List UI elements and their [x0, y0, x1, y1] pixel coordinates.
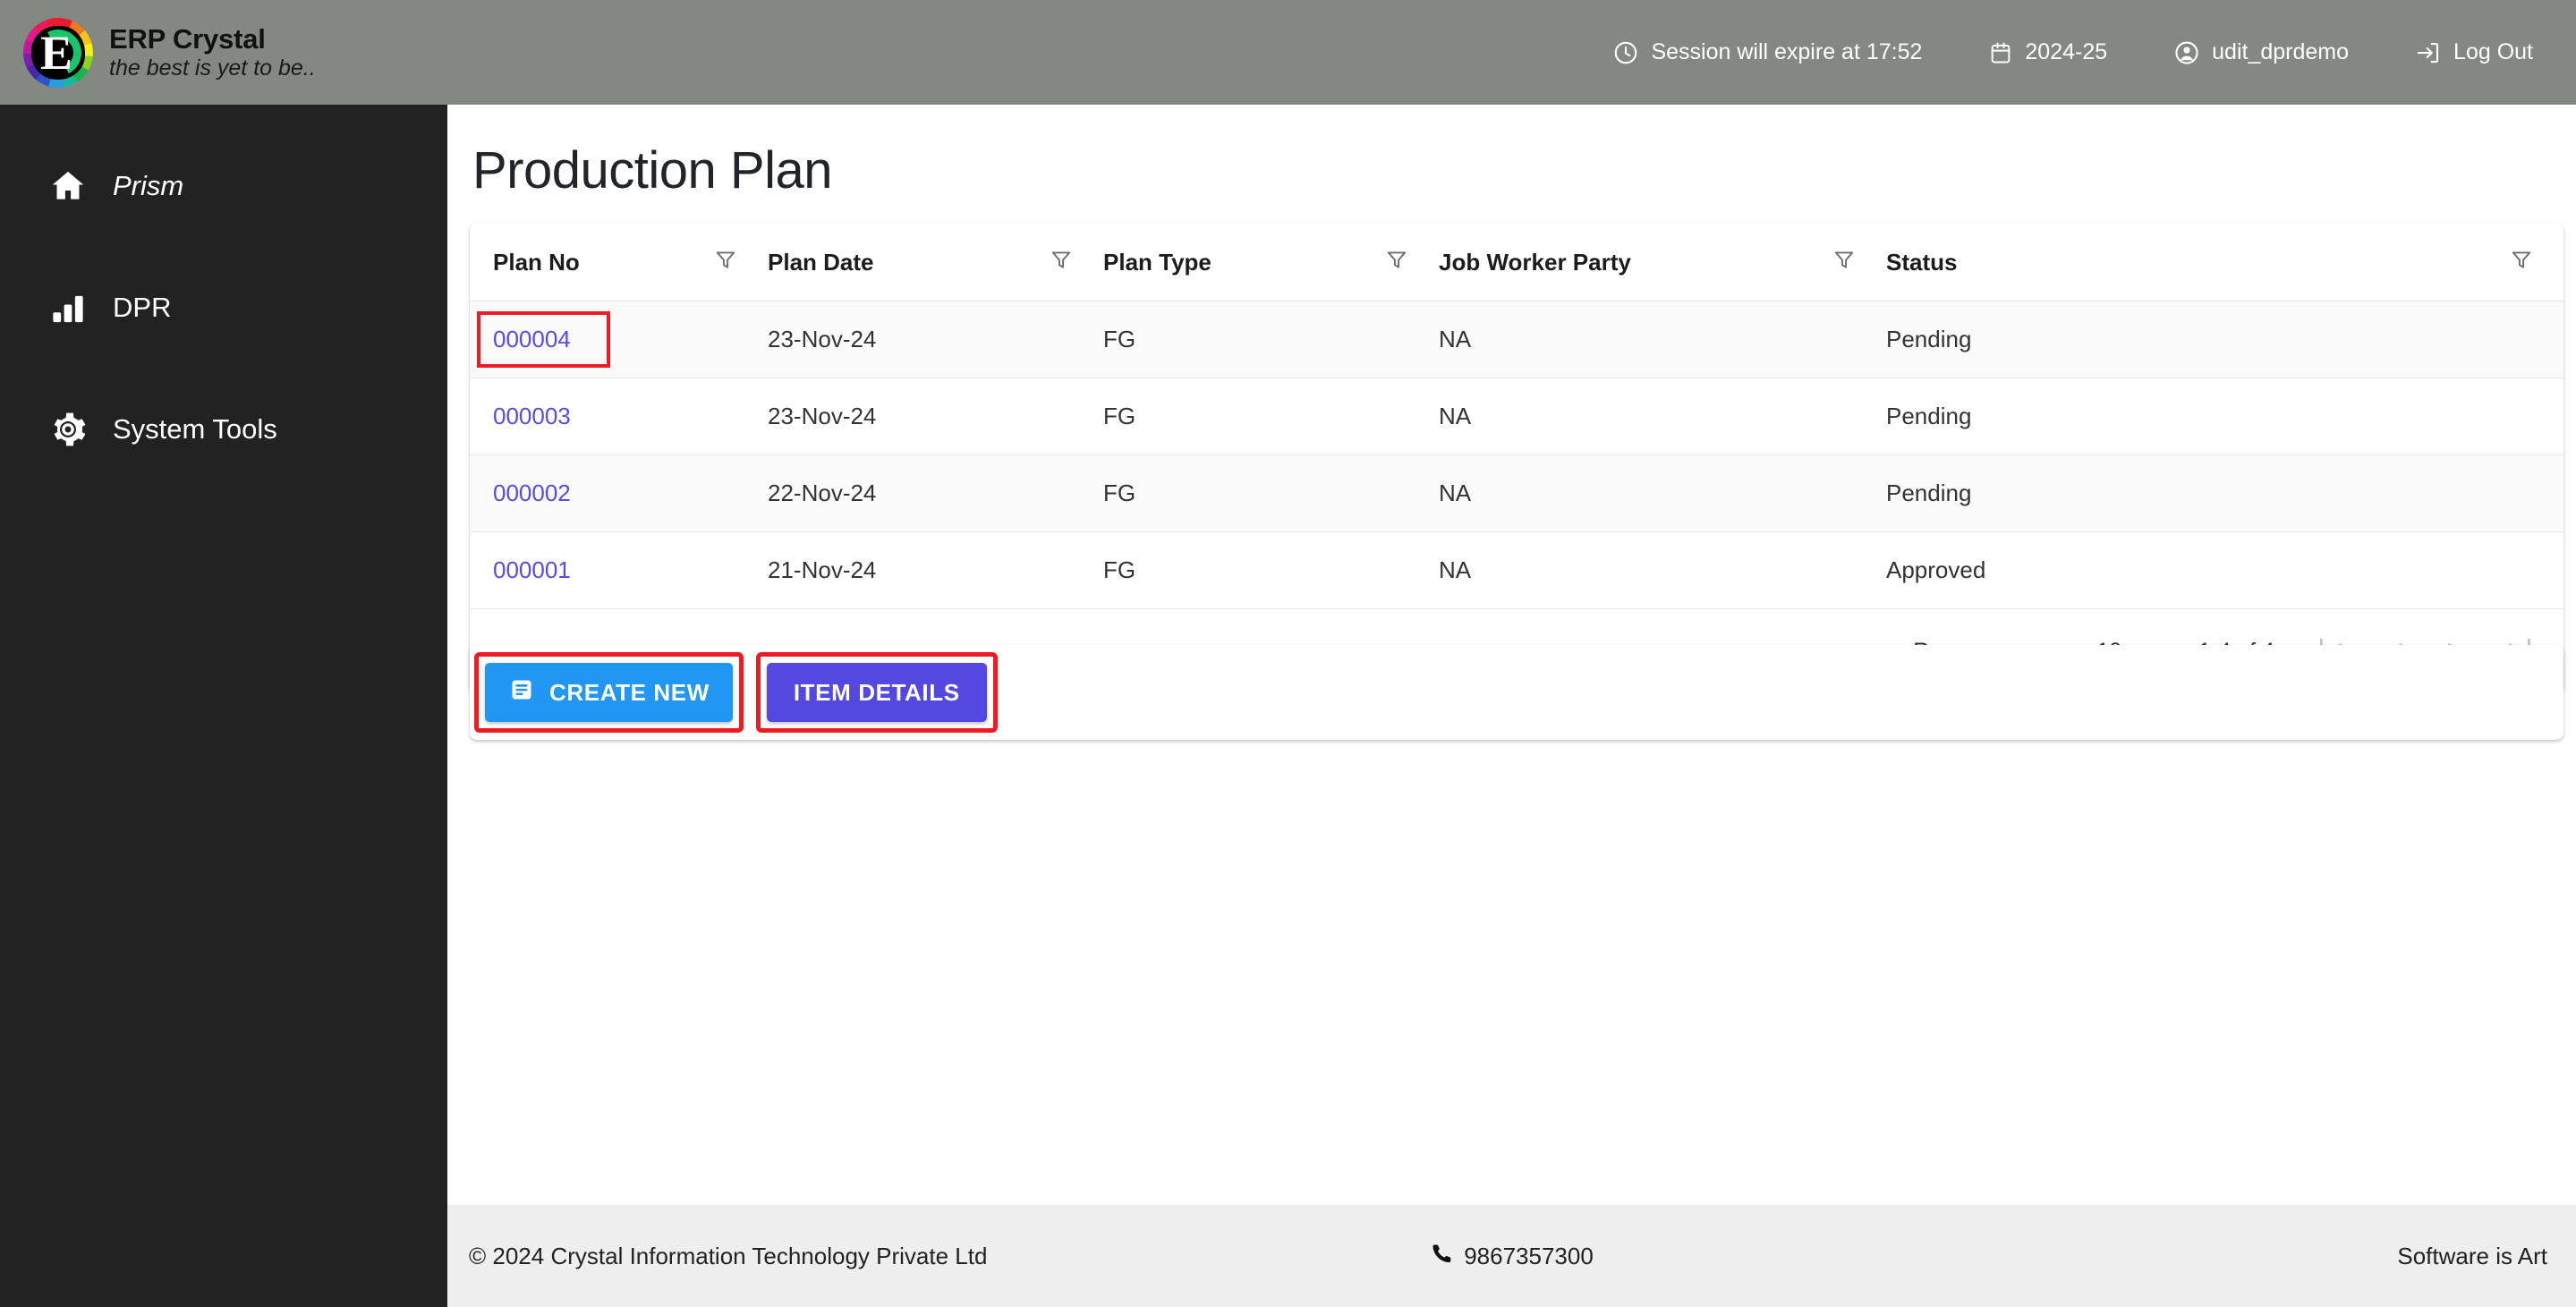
cell-plan-type: FG	[1103, 378, 1439, 455]
session-expiry-text: Session will expire at 17:52	[1651, 39, 1923, 64]
item-details-label: ITEM DETAILS	[793, 678, 960, 706]
column-label: Status	[1886, 249, 1958, 276]
top-header-bar: E ERP Crystal the best is yet to be.. Se…	[0, 0, 2576, 105]
production-plan-table: Plan No Plan Date Plan Type Job Worker P…	[470, 223, 2563, 609]
filter-icon[interactable]	[2510, 248, 2533, 277]
cell-plan-type: FG	[1103, 531, 1439, 609]
session-expiry-item: Session will expire at 17:52	[1612, 39, 1922, 66]
action-button-row: CREATE NEW ITEM DETAILS	[470, 645, 2563, 740]
logout-label: Log Out	[2453, 39, 2533, 64]
logout-button[interactable]: Log Out	[2415, 39, 2533, 66]
filter-icon[interactable]	[1050, 248, 1073, 277]
erp-crystal-logo-icon: E	[23, 17, 93, 88]
cell-plan-date: 23-Nov-24	[768, 378, 1103, 455]
table-row[interactable]: 000003 23-Nov-24 FG NA Pending	[470, 378, 2563, 455]
phone-icon	[1430, 1242, 1453, 1271]
brand-text: ERP Crystal the best is yet to be..	[109, 25, 316, 80]
table-row[interactable]: 000004 23-Nov-24 FG NA Pending	[470, 301, 2563, 378]
sidebar-item-prism[interactable]: Prism	[0, 158, 447, 214]
header-actions: Session will expire at 17:52 2024-25 udi…	[1546, 39, 2576, 66]
footer-contact: 9867357300	[1430, 1242, 1594, 1271]
table-header-row: Plan No Plan Date Plan Type Job Worker P…	[470, 223, 2563, 301]
table-row[interactable]: 000002 22-Nov-24 FG NA Pending	[470, 454, 2563, 532]
plan-no-link-selected[interactable]: 000004	[477, 311, 610, 368]
column-header-plan-no: Plan No	[470, 223, 768, 301]
column-header-plan-date: Plan Date	[768, 223, 1103, 301]
cell-plan-date: 23-Nov-24	[768, 301, 1103, 378]
bar-chart-icon	[47, 286, 89, 329]
main-content: Production Plan Plan No Plan Date Plan T…	[447, 105, 2576, 1205]
sidebar-item-system-tools[interactable]: System Tools	[0, 402, 447, 457]
user-icon	[2173, 39, 2200, 66]
filter-icon[interactable]	[714, 248, 737, 277]
sidebar-item-label: DPR	[113, 292, 172, 323]
column-label: Plan No	[493, 249, 580, 276]
item-details-button[interactable]: ITEM DETAILS	[766, 663, 987, 722]
filter-icon[interactable]	[1385, 248, 1408, 277]
logout-icon	[2415, 39, 2442, 66]
username-text: udit_dprdemo	[2212, 39, 2350, 64]
table-header: Plan No Plan Date Plan Type Job Worker P…	[470, 223, 2563, 301]
footer-slogan: Software is Art	[2397, 1242, 2547, 1269]
column-label: Job Worker Party	[1439, 249, 1631, 276]
actions-card: CREATE NEW ITEM DETAILS	[470, 645, 2563, 740]
cell-plan-date: 22-Nov-24	[768, 454, 1103, 532]
cell-plan-date: 21-Nov-24	[768, 531, 1103, 609]
footer-copyright: © 2024 Crystal Information Technology Pr…	[469, 1242, 988, 1269]
column-header-job-worker-party: Job Worker Party	[1439, 223, 1886, 301]
cell-job-worker-party: NA	[1439, 378, 1886, 455]
brand-block[interactable]: E ERP Crystal the best is yet to be..	[0, 17, 316, 88]
cell-plan-no: 000004	[470, 301, 768, 378]
calendar-icon	[1988, 39, 2013, 66]
document-icon	[508, 676, 535, 709]
production-plan-table-card: Plan No Plan Date Plan Type Job Worker P…	[470, 223, 2563, 693]
cell-status: Pending	[1886, 454, 2563, 532]
page-title: Production Plan	[472, 141, 832, 199]
plan-no-link[interactable]: 000002	[493, 480, 571, 506]
create-new-button[interactable]: CREATE NEW	[485, 663, 733, 722]
cell-status: Approved	[1886, 531, 2563, 609]
page-footer: © 2024 Crystal Information Technology Pr…	[447, 1205, 2576, 1307]
footer-phone: 9867357300	[1464, 1242, 1594, 1269]
sidebar-item-label: Prism	[113, 170, 184, 201]
cell-plan-type: FG	[1103, 454, 1439, 532]
column-label: Plan Date	[768, 249, 874, 276]
user-account-item[interactable]: udit_dprdemo	[2173, 39, 2349, 66]
clock-icon	[1612, 39, 1639, 66]
table-body: 000004 23-Nov-24 FG NA Pending 000003 23…	[470, 301, 2563, 609]
cell-plan-no: 000002	[470, 454, 768, 532]
filter-icon[interactable]	[1832, 248, 1856, 277]
table-row[interactable]: 000001 21-Nov-24 FG NA Approved	[470, 531, 2563, 609]
plan-no-link[interactable]: 000003	[493, 403, 571, 429]
brand-title: ERP Crystal	[109, 23, 266, 55]
cell-plan-no: 000003	[470, 378, 768, 455]
logo-letter-e: E	[39, 25, 73, 80]
create-new-highlight: CREATE NEW	[474, 652, 744, 733]
create-new-label: CREATE NEW	[549, 678, 710, 706]
item-details-highlight: ITEM DETAILS	[755, 652, 998, 733]
cell-job-worker-party: NA	[1439, 531, 1886, 609]
cell-plan-no: 000001	[470, 531, 768, 609]
cell-job-worker-party: NA	[1439, 301, 1886, 378]
cell-plan-type: FG	[1103, 301, 1439, 378]
fiscal-year-text: 2024-25	[2025, 39, 2108, 64]
column-header-plan-type: Plan Type	[1103, 223, 1439, 301]
gear-icon	[47, 408, 89, 451]
sidebar-navigation: Prism DPR System Tools	[0, 105, 447, 1307]
column-header-status: Status	[1886, 223, 2563, 301]
sidebar-item-label: System Tools	[113, 413, 277, 445]
cell-status: Pending	[1886, 378, 2563, 455]
sidebar-item-dpr[interactable]: DPR	[0, 280, 447, 335]
cell-status: Pending	[1886, 301, 2563, 378]
home-icon	[47, 165, 89, 208]
cell-job-worker-party: NA	[1439, 454, 1886, 532]
fiscal-year-item[interactable]: 2024-25	[1988, 39, 2107, 66]
plan-no-link[interactable]: 000001	[493, 556, 571, 583]
column-label: Plan Type	[1103, 249, 1211, 276]
brand-tagline: the best is yet to be..	[109, 55, 316, 81]
